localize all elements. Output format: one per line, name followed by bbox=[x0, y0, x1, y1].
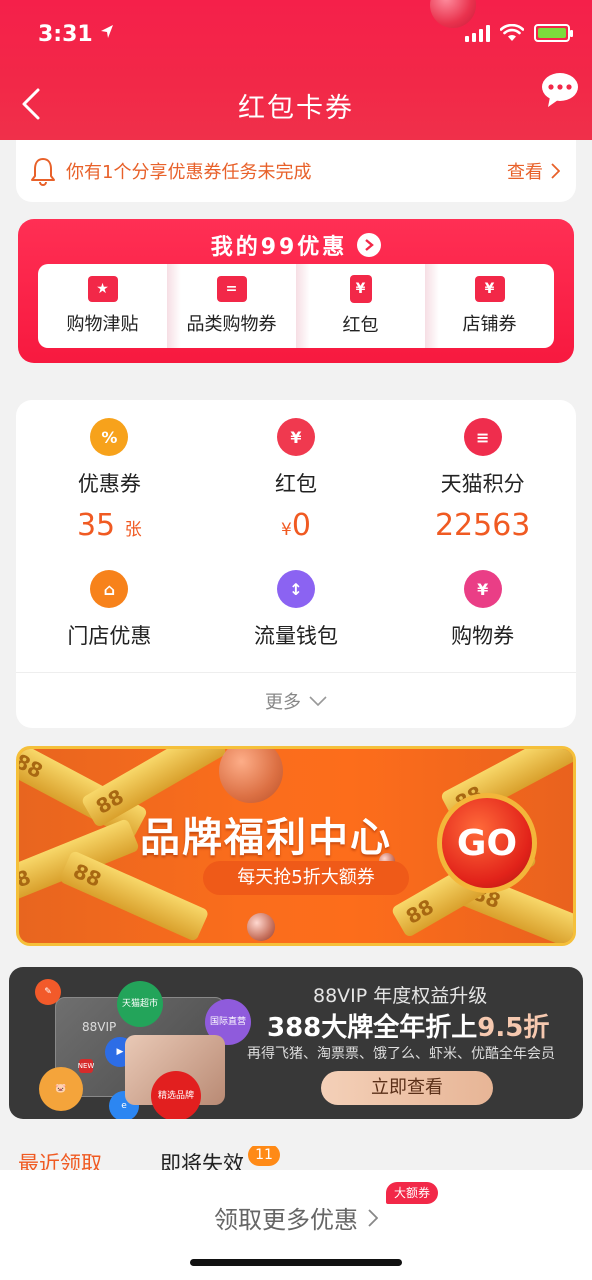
signal-icon bbox=[465, 24, 490, 42]
promo-item-red-envelope[interactable]: ¥ 红包 bbox=[296, 264, 425, 348]
top-header: 3:31 红包卡券 bbox=[0, 0, 592, 140]
page-title: 红包卡券 bbox=[238, 93, 354, 124]
vip-headline: 88VIP 年度权益升级 bbox=[313, 985, 488, 1007]
get-more-discounts-label: 领取更多优惠 bbox=[214, 1206, 358, 1234]
vip-view-now-button[interactable]: 立即查看 bbox=[321, 1071, 493, 1105]
my-99-discount-title[interactable]: 我的99优惠 bbox=[18, 229, 574, 261]
wifi-icon bbox=[500, 24, 524, 41]
notice-view-label: 查看 bbox=[507, 162, 543, 183]
vip-illustration: 88VIP ✎ 天猫超市 国际直营 NEW ▶ 🐷 e 精选品牌 bbox=[33, 979, 251, 1119]
asset-data-wallet[interactable]: ↕ 流量钱包 bbox=[203, 570, 390, 650]
go-button[interactable]: GO bbox=[437, 793, 537, 893]
gold-ribbon: 88 bbox=[58, 849, 210, 943]
coupon-icon: % bbox=[90, 418, 129, 456]
promo-item-label: 红包 bbox=[342, 315, 379, 336]
decorative-pearl bbox=[247, 913, 275, 941]
assets-card: % 优惠券 35 张 ¥ 红包 ¥0 ≡ 天猫积分 22563 ⌂ 门店优惠 ↕… bbox=[16, 400, 576, 728]
more-button[interactable]: 更多 bbox=[16, 688, 576, 714]
decorative-pearl bbox=[219, 749, 283, 803]
tab-expiring-soon[interactable]: 即将失效 bbox=[160, 1148, 244, 1170]
pig-mascot-icon: 🐷 bbox=[39, 1067, 83, 1111]
vip-card-label: 88VIP bbox=[82, 1020, 117, 1034]
asset-value: 35 张 bbox=[76, 508, 142, 543]
vip-88-banner[interactable]: 88VIP ✎ 天猫超市 国际直营 NEW ▶ 🐷 e 精选品牌 88VIP 年… bbox=[9, 967, 583, 1119]
vip-discount-highlight: 9.5折 bbox=[477, 1013, 550, 1043]
chevron-right-icon bbox=[368, 1208, 378, 1227]
promo-item-label: 店铺券 bbox=[462, 314, 517, 335]
my-99-discount-label: 我的99优惠 bbox=[210, 235, 348, 260]
battery-icon bbox=[534, 24, 573, 42]
notice-text: 你有1个分享优惠券任务未完成 bbox=[66, 162, 312, 183]
coupon-tabs: 最近领取 即将失效 11 bbox=[0, 1146, 592, 1170]
asset-label: 红包 bbox=[274, 472, 317, 496]
arrow-right-circle-icon bbox=[357, 233, 382, 257]
promo-item-label: 购物津贴 bbox=[66, 314, 139, 335]
vip-benefits: 再得飞猪、淘票票、饿了么、虾米、优酷全年会员 bbox=[247, 1046, 555, 1062]
bell-icon bbox=[31, 158, 55, 186]
promo-item-category-voucher[interactable]: = 品类购物券 bbox=[167, 264, 296, 348]
data-wallet-icon: ↕ bbox=[276, 570, 315, 608]
asset-coupons[interactable]: % 优惠券 35 张 bbox=[16, 418, 203, 548]
big-coupon-tag: 大额券 bbox=[386, 1182, 439, 1204]
promo-items: ★ 购物津贴 = 品类购物券 ¥ 红包 ¥ 店铺券 bbox=[38, 264, 554, 348]
asset-label: 优惠券 bbox=[77, 472, 141, 496]
vip-main-offer-text: 388大牌全年折上 bbox=[267, 1013, 478, 1043]
promo-item-label: 品类购物券 bbox=[186, 314, 277, 335]
status-time-text: 3:31 bbox=[38, 22, 93, 47]
asset-value: 22563 bbox=[434, 508, 531, 543]
brand-welfare-banner[interactable]: 88 88 88 88 88 88 88 品牌福利中心 每天抢5折大额券 GO bbox=[16, 746, 576, 946]
location-arrow-icon bbox=[101, 25, 114, 38]
chevron-down-icon bbox=[309, 696, 327, 706]
asset-store-discount[interactable]: ⌂ 门店优惠 bbox=[16, 570, 203, 650]
home-indicator[interactable] bbox=[190, 1259, 402, 1266]
asset-value: ¥0 bbox=[281, 508, 311, 543]
share-task-notice[interactable]: 你有1个分享优惠券任务未完成 查看 bbox=[16, 140, 576, 202]
yen-ticket-icon: ¥ bbox=[474, 276, 505, 302]
red-envelope-icon: ¥ bbox=[349, 275, 372, 303]
coins-icon: ≡ bbox=[463, 418, 502, 456]
chevron-right-icon bbox=[551, 163, 560, 179]
asset-label: 流量钱包 bbox=[253, 624, 338, 648]
tmall-supermarket-badge: 天猫超市 bbox=[117, 981, 163, 1027]
status-time: 3:31 bbox=[38, 22, 114, 47]
expiring-count-badge: 11 bbox=[248, 1146, 280, 1166]
new-tag: NEW bbox=[78, 1059, 94, 1073]
asset-label: 天猫积分 bbox=[440, 472, 525, 496]
asset-label: 购物券 bbox=[451, 624, 515, 648]
banner-subtitle: 每天抢5折大额券 bbox=[203, 861, 409, 895]
shopping-voucher-icon: ¥ bbox=[463, 570, 502, 608]
message-more-icon[interactable] bbox=[540, 70, 580, 110]
promo-item-store-coupon[interactable]: ¥ 店铺券 bbox=[425, 264, 554, 348]
divider bbox=[16, 672, 576, 673]
asset-tmall-points[interactable]: ≡ 天猫积分 22563 bbox=[389, 418, 576, 548]
notice-view-link[interactable]: 查看 bbox=[507, 158, 560, 184]
assets-grid: % 优惠券 35 张 ¥ 红包 ¥0 ≡ 天猫积分 22563 ⌂ 门店优惠 ↕… bbox=[16, 418, 576, 650]
my-99-discount-card: 我的99优惠 ★ 购物津贴 = 品类购物券 ¥ 红包 ¥ 店铺券 bbox=[18, 219, 574, 363]
selected-brands-badge: 精选品牌 bbox=[151, 1071, 201, 1119]
pin-icon: ✎ bbox=[35, 979, 61, 1005]
tab-recently-received[interactable]: 最近领取 bbox=[18, 1148, 102, 1170]
red-packet-icon: ¥ bbox=[276, 418, 315, 456]
vip-main-offer: 388大牌全年折上9.5折 bbox=[267, 1007, 549, 1044]
bottom-bar: 领取更多优惠 大额券 bbox=[0, 1170, 592, 1280]
star-ticket-icon: ★ bbox=[87, 276, 118, 302]
status-indicators bbox=[465, 24, 573, 42]
promo-item-shopping-allowance[interactable]: ★ 购物津贴 bbox=[38, 264, 167, 348]
asset-shopping-voucher[interactable]: ¥ 购物券 bbox=[389, 570, 576, 650]
get-more-discounts-button[interactable]: 领取更多优惠 bbox=[0, 1200, 592, 1235]
more-label: 更多 bbox=[265, 692, 301, 713]
store-icon: ⌂ bbox=[90, 570, 129, 608]
asset-red-packet[interactable]: ¥ 红包 ¥0 bbox=[203, 418, 390, 548]
equal-ticket-icon: = bbox=[216, 276, 247, 302]
asset-label: 门店优惠 bbox=[67, 624, 152, 648]
